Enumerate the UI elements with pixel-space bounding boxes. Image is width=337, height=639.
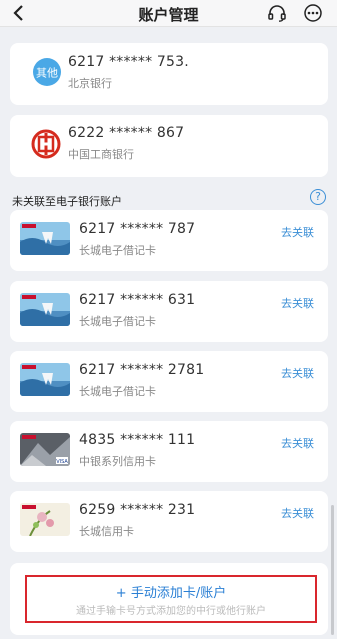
bank-logo-icon: 其他	[33, 58, 61, 86]
account-number: 6217 ****** 787	[79, 221, 196, 237]
unlinked-account-card[interactable]: 6217 ****** 2781 长城电子借记卡 去关联	[10, 351, 328, 412]
card-type: 长城电子借记卡	[79, 385, 156, 398]
account-number: 6217 ****** 2781	[79, 362, 205, 378]
account-number: 6259 ****** 231	[79, 502, 196, 518]
link-button[interactable]: 去关联	[281, 505, 314, 521]
card-type: 长城电子借记卡	[79, 315, 156, 328]
bank-name: 北京银行	[68, 77, 112, 90]
add-card-button[interactable]: + 手动添加卡/账户 通过手输卡号方式添加您的中行或他行账户	[25, 575, 317, 623]
add-card-title: + 手动添加卡/账户	[115, 586, 227, 601]
card-image	[20, 503, 70, 536]
unlinked-account-card[interactable]: 6259 ****** 231 长城信用卡 去关联	[10, 491, 328, 552]
unlinked-account-card[interactable]: VISA 4835 ****** 111 中银系列信用卡 去关联	[10, 421, 328, 482]
link-button[interactable]: 去关联	[281, 365, 314, 381]
linked-account-card[interactable]: 6222 ****** 867 中国工商银行	[10, 115, 328, 177]
scrollbar[interactable]	[331, 505, 334, 635]
add-card-subtitle: 通过手输卡号方式添加您的中行或他行账户	[76, 606, 266, 617]
card-type: 长城电子借记卡	[79, 244, 156, 257]
link-button[interactable]: 去关联	[281, 435, 314, 451]
linked-account-card[interactable]: 其他 6217 ****** 753. 北京银行	[10, 43, 328, 105]
account-number: 4835 ****** 111	[79, 432, 196, 448]
unlinked-account-card[interactable]: 6217 ****** 787 长城电子借记卡 去关联	[10, 210, 328, 271]
link-button[interactable]: 去关联	[281, 295, 314, 311]
link-button[interactable]: 去关联	[281, 224, 314, 240]
account-number: 6217 ****** 753.	[68, 54, 189, 70]
card-type: 长城信用卡	[79, 525, 134, 538]
account-number: 6222 ****** 867	[68, 125, 185, 141]
card-image	[20, 222, 70, 255]
card-type: 中银系列信用卡	[79, 455, 156, 468]
svg-text:VISA: VISA	[56, 459, 68, 465]
nav-bar: 账户管理	[0, 0, 337, 27]
headset-icon[interactable]	[267, 4, 287, 22]
svg-text:其他: 其他	[36, 67, 58, 80]
help-icon[interactable]: ?	[310, 189, 326, 205]
card-image	[20, 293, 70, 326]
unlinked-account-card[interactable]: 6217 ****** 631 长城电子借记卡 去关联	[10, 281, 328, 342]
bank-name: 中国工商银行	[68, 148, 134, 161]
card-image	[20, 363, 70, 396]
card-image: VISA	[20, 433, 70, 466]
more-icon[interactable]	[303, 4, 323, 22]
account-number: 6217 ****** 631	[79, 292, 196, 308]
icbc-logo-icon	[31, 129, 61, 159]
section-title: 未关联至电子银行账户	[12, 195, 122, 208]
